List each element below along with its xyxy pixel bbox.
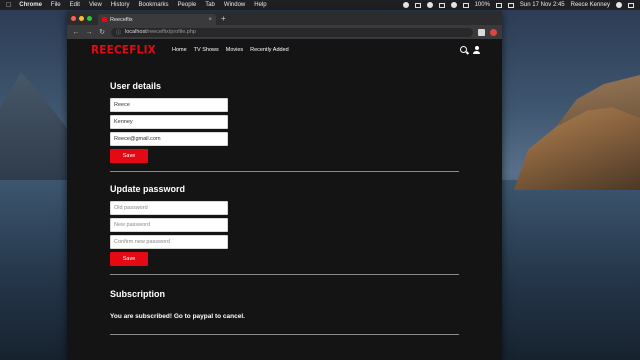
menu-view[interactable]: View [89, 2, 102, 8]
flag-icon[interactable] [507, 2, 514, 8]
info-icon[interactable]: ⓘ [116, 29, 121, 36]
battery-icon[interactable] [495, 2, 502, 8]
web-page: REECEFLIX Home TV Shows Movies Recently … [67, 39, 502, 360]
search-tray-icon[interactable] [616, 2, 622, 8]
back-icon[interactable]: ← [72, 29, 80, 36]
forward-icon[interactable]: → [85, 29, 93, 36]
menu-edit[interactable]: Edit [70, 2, 80, 8]
tab-close-icon[interactable]: × [208, 17, 212, 23]
menu-people[interactable]: People [178, 2, 197, 8]
user-details-section: User details Reece Kenney Reece@gmail.co… [110, 61, 502, 163]
tab-title: Reeceflix [110, 16, 133, 23]
tab-bar: Reeceflix × + [67, 11, 502, 25]
nav-recently-added[interactable]: Recently Added [250, 47, 289, 53]
nav-tv-shows[interactable]: TV Shows [194, 47, 219, 53]
record-icon[interactable] [402, 2, 409, 8]
macos-menu-bar:  Chrome File Edit View History Bookmark… [0, 0, 640, 10]
reload-icon[interactable]: ↻ [98, 28, 106, 36]
update-password-title: Update password [110, 184, 186, 194]
menu-help[interactable]: Help [254, 2, 266, 8]
profile-content: User details Reece Kenney Reece@gmail.co… [67, 61, 502, 335]
menu-tray: 100% Sun 17 Nov 2:45 Reece Kenney [402, 2, 634, 8]
subscription-message: You are subscribed! Go to paypal to canc… [110, 313, 245, 320]
last-name-field[interactable]: Kenney [110, 115, 228, 129]
first-name-field[interactable]: Reece [110, 98, 228, 112]
wifi-icon[interactable] [450, 2, 457, 8]
subscription-title: Subscription [110, 289, 166, 299]
menu-datetime[interactable]: Sun 17 Nov 2:45 [520, 2, 565, 8]
menu-tab[interactable]: Tab [205, 2, 215, 8]
save-user-details-button[interactable]: Save [110, 149, 148, 163]
nav-home[interactable]: Home [172, 47, 187, 53]
user-icon[interactable] [473, 46, 480, 54]
user-details-title: User details [110, 81, 162, 91]
menu-window[interactable]: Window [224, 2, 245, 8]
new-tab-button[interactable]: + [221, 14, 226, 25]
browser-window: Reeceflix × + ← → ↻ ⓘ localhost /reecefl… [67, 11, 502, 360]
volume-icon[interactable] [462, 2, 469, 8]
airplay-icon[interactable] [438, 2, 445, 8]
email-field[interactable]: Reece@gmail.com [110, 132, 228, 146]
window-controls [71, 11, 92, 25]
wallpaper-cliff-left [0, 72, 70, 180]
new-password-field[interactable]: New password [110, 218, 228, 232]
menu-bookmarks[interactable]: Bookmarks [139, 2, 169, 8]
browser-tab[interactable]: Reeceflix × [98, 14, 216, 25]
save-password-button[interactable]: Save [110, 252, 148, 266]
extension-icon[interactable] [490, 28, 497, 36]
battery-percent[interactable]: 100% [475, 2, 490, 8]
favicon-icon [102, 17, 107, 22]
browser-toolbar: ← → ↻ ⓘ localhost /reeceflix/profile.php [67, 25, 502, 39]
maximize-window-icon[interactable] [87, 15, 92, 21]
subscription-section: Subscription You are subscribed! Go to p… [110, 275, 502, 320]
address-bar[interactable]: ⓘ localhost /reeceflix/profile.php [111, 27, 473, 37]
menu-app-chrome[interactable]: Chrome [19, 2, 42, 8]
site-navbar: REECEFLIX Home TV Shows Movies Recently … [67, 39, 502, 61]
nav-movies[interactable]: Movies [226, 47, 243, 53]
search-icon[interactable] [460, 46, 467, 53]
screen-icon[interactable] [414, 2, 421, 8]
close-window-icon[interactable] [71, 15, 76, 21]
section-divider [110, 334, 459, 335]
menu-history[interactable]: History [111, 2, 130, 8]
clock-icon[interactable] [426, 2, 433, 8]
old-password-field[interactable]: Old password [110, 201, 228, 215]
url-host: localhost [125, 29, 147, 35]
update-password-section: Update password Old password New passwor… [110, 172, 502, 266]
menu-username[interactable]: Reece Kenney [571, 2, 610, 8]
apple-menu-icon[interactable]:  [6, 2, 11, 9]
site-logo[interactable]: REECEFLIX [91, 43, 156, 56]
profile-extension-icon[interactable] [478, 28, 485, 36]
url-path: /reeceflix/profile.php [146, 29, 196, 35]
menu-file[interactable]: File [51, 2, 61, 8]
list-tray-icon[interactable] [628, 2, 634, 8]
nav-icons [460, 46, 480, 54]
confirm-password-field[interactable]: Confirm new password [110, 235, 228, 249]
minimize-window-icon[interactable] [79, 15, 84, 21]
